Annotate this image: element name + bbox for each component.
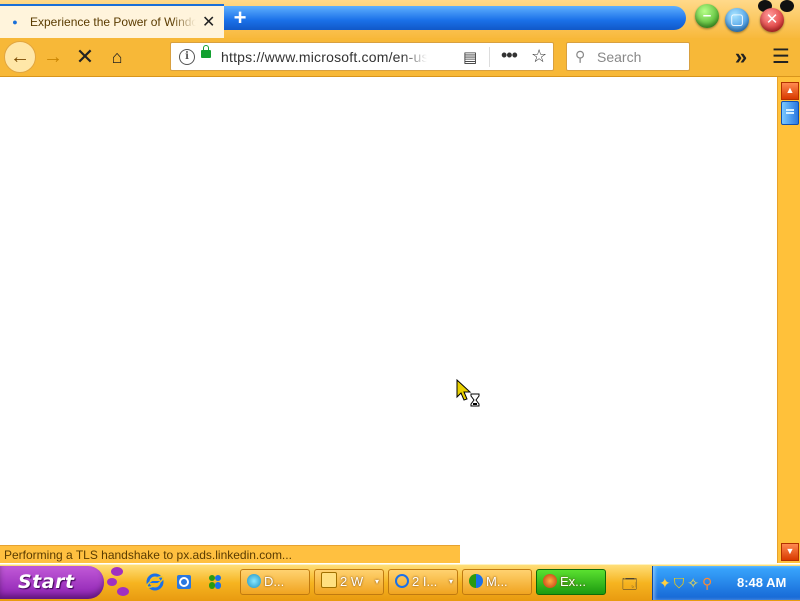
taskbar-item[interactable]: D... <box>240 569 310 595</box>
system-tray: ✦⛉✧⚲ 8:48 AM <box>652 566 800 600</box>
close-window-button[interactable]: ✕ <box>760 8 784 32</box>
folder-icon <box>321 572 337 588</box>
taskbar-item[interactable]: M... <box>462 569 532 595</box>
new-tab-button[interactable]: + <box>229 7 251 29</box>
hamburger-menu-button[interactable]: ☰ <box>766 42 796 72</box>
site-info-icon[interactable]: i <box>179 49 195 65</box>
forward-button[interactable]: → <box>38 42 68 72</box>
ie-icon <box>395 574 409 588</box>
search-icon[interactable]: ⚲ <box>702 575 715 591</box>
tray-icons: ✦⛉✧⚲ <box>659 575 715 592</box>
lock-icon <box>201 45 211 58</box>
url-text[interactable]: https://www.microsoft.com/en-us/windows <box>221 49 427 65</box>
group-arrow-icon: ▾ <box>374 577 379 586</box>
msn-icon[interactable] <box>206 573 224 591</box>
status-bar: Performing a TLS handshake to px.ads.lin… <box>0 545 460 563</box>
update-icon[interactable]: ✧ <box>687 575 702 591</box>
minimize-button[interactable]: – <box>695 4 719 28</box>
toolbar-overflow-button[interactable]: » <box>726 42 756 72</box>
vertical-scrollbar[interactable]: ▲ ▼ <box>777 77 800 563</box>
divider <box>489 47 490 67</box>
globe-icon <box>247 574 261 588</box>
start-button[interactable]: Start <box>0 566 104 599</box>
network-icon[interactable]: ✦ <box>659 575 674 591</box>
search-placeholder: Search <box>597 49 642 65</box>
tab-active[interactable]: ● Experience the Power of Windows 10 ✕ <box>0 4 224 38</box>
scroll-up-button[interactable]: ▲ <box>781 82 799 100</box>
ie-icon[interactable] <box>146 573 164 591</box>
bookmark-star-icon[interactable]: ☆ <box>531 46 547 67</box>
clock[interactable]: 8:48 AM <box>737 566 786 600</box>
loading-dot-icon: ● <box>12 17 18 27</box>
taskbar: Start D... 2 W ▾ 2 I... ▾ M... Ex... 🗔 ✦⛉✧… <box>0 564 800 601</box>
group-arrow-icon: ▾ <box>448 577 453 586</box>
maximize-button[interactable]: ▢ <box>725 8 749 32</box>
tab-close-icon[interactable]: ✕ <box>202 12 215 32</box>
taskbar-item-label: 2 I... <box>412 574 438 589</box>
address-bar[interactable]: i https://www.microsoft.com/en-us/window… <box>170 42 554 71</box>
home-button[interactable]: ⌂ <box>102 42 132 72</box>
back-button[interactable]: ← <box>4 41 36 73</box>
navigation-toolbar: ← → ✕ ⌂ i https://www.microsoft.com/en-u… <box>0 38 800 77</box>
show-desktop-icon[interactable]: 🗔 <box>622 574 637 598</box>
stop-loading-button[interactable]: ✕ <box>70 42 100 72</box>
shield-icon[interactable]: ⛉ <box>674 575 688 591</box>
start-decoration <box>107 567 131 599</box>
taskbar-item-active[interactable]: Ex... <box>536 569 606 595</box>
page-content[interactable] <box>0 77 776 545</box>
taskbar-item[interactable]: 2 I... ▾ <box>388 569 458 595</box>
outlook-icon[interactable] <box>175 573 193 591</box>
firefox-icon <box>543 574 557 588</box>
busy-cursor-icon <box>456 378 484 414</box>
tab-title: Experience the Power of Windows 10 <box>30 15 196 29</box>
taskbar-item-label: D... <box>264 574 285 589</box>
msn-icon <box>469 574 483 588</box>
scroll-down-button[interactable]: ▼ <box>781 543 799 561</box>
search-icon: ⚲ <box>575 48 586 64</box>
tab-bar-background <box>224 6 686 30</box>
reader-view-icon[interactable]: ▤ <box>463 48 477 66</box>
scroll-thumb[interactable] <box>781 101 799 125</box>
taskbar-item[interactable]: 2 W ▾ <box>314 569 384 595</box>
search-input[interactable]: ⚲ Search <box>566 42 690 71</box>
taskbar-item-label: Ex... <box>560 574 587 589</box>
tab-strip: ● Experience the Power of Windows 10 ✕ +… <box>0 0 800 38</box>
page-actions-icon[interactable]: ••• <box>501 45 518 66</box>
taskbar-item-label: M... <box>486 574 508 589</box>
taskbar-item-label: 2 W <box>340 574 364 589</box>
